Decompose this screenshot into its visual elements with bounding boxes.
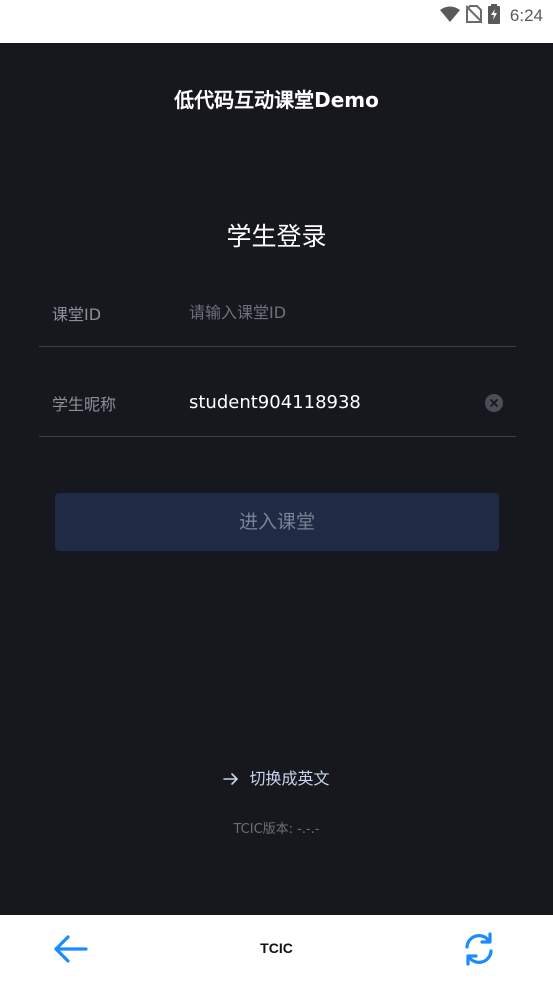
no-sim-icon	[465, 5, 483, 27]
status-icons: 6:24	[439, 4, 543, 28]
arrow-right-icon	[223, 770, 239, 789]
clear-icon[interactable]	[485, 394, 503, 412]
page-title: 低代码互动课堂Demo	[174, 88, 379, 112]
version-text: TCIC版本: -.-.-	[233, 822, 320, 837]
battery-charging-icon	[487, 4, 500, 28]
nickname-field: 学生昵称	[39, 369, 516, 437]
nickname-input[interactable]	[189, 387, 479, 417]
switch-language-label: 切换成英文	[249, 769, 330, 788]
room-id-label: 课堂ID	[52, 305, 102, 324]
app-screen: 低代码互动课堂Demo 学生登录 课堂ID 学生昵称 进入课堂 切换成英文 TC…	[0, 43, 553, 915]
room-id-input[interactable]	[189, 297, 479, 327]
refresh-icon[interactable]	[461, 931, 497, 967]
enter-classroom-button[interactable]: 进入课堂	[55, 493, 499, 551]
nickname-label: 学生昵称	[52, 395, 117, 414]
status-bar: 6:24	[0, 0, 553, 43]
bottom-nav-bar: TCIC	[0, 915, 553, 983]
switch-language-link[interactable]: 切换成英文	[0, 765, 553, 789]
status-time: 6:24	[509, 6, 543, 25]
login-title: 学生登录	[226, 222, 327, 251]
wifi-icon	[439, 6, 460, 26]
room-id-field: 课堂ID	[39, 279, 516, 347]
